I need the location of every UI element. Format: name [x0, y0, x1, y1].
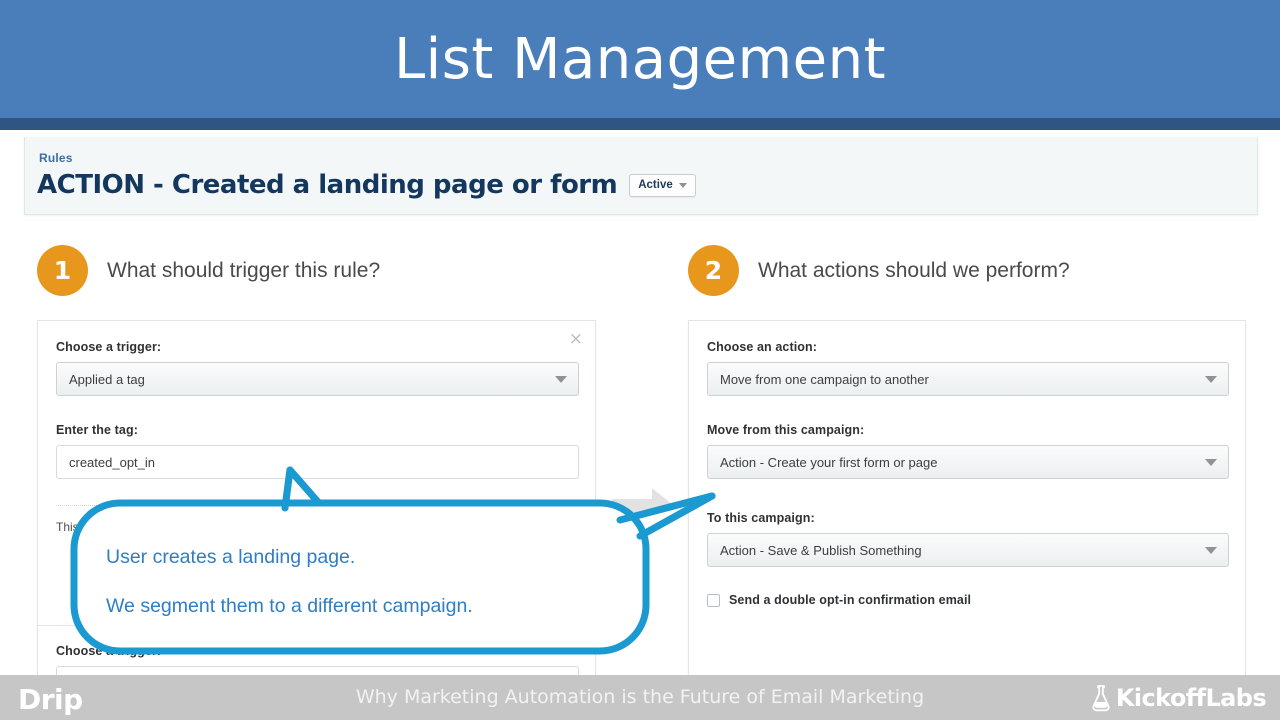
step-1-badge: 1 [37, 245, 88, 296]
chevron-down-icon [555, 376, 567, 383]
trigger-helper-text: This [56, 520, 79, 534]
rules-header-card: Rules ACTION - Created a landing page or… [24, 137, 1258, 215]
kickofflabs-logo: KickoffLabs [1090, 684, 1267, 712]
action-select[interactable]: Move from one campaign to another [707, 362, 1229, 396]
tag-input-value: created_opt_in [69, 454, 156, 470]
move-to-select-value: Action - Save & Publish Something [720, 542, 922, 558]
step-2-question: What actions should we perform? [758, 258, 1070, 282]
chevron-down-icon [1205, 376, 1217, 383]
trigger-panel-2: Choose a trigger: [37, 625, 596, 675]
choose-action-label: Choose an action: [707, 340, 818, 354]
slide-footer: Drip Why Marketing Automation is the Fut… [0, 675, 1280, 720]
slide: List Management Rules ACTION - Created a… [0, 0, 1280, 720]
or-line-bottom [316, 604, 317, 618]
slide-title-banner: List Management [0, 0, 1280, 118]
status-badge-label: Active [638, 179, 673, 191]
flow-arrow-icon [612, 488, 678, 530]
or-line-top [316, 570, 317, 584]
trigger-select-value: Applied a tag [69, 371, 145, 387]
kickofflabs-wordmark: KickoffLabs [1115, 684, 1267, 712]
chevron-down-icon [1205, 547, 1217, 554]
trigger-select[interactable]: Applied a tag [56, 362, 579, 396]
double-optin-label: Send a double opt-in confirmation email [729, 593, 972, 607]
move-to-select[interactable]: Action - Save & Publish Something [707, 533, 1229, 567]
move-from-select[interactable]: Action - Create your first form or page [707, 445, 1229, 479]
panel-divider [56, 505, 579, 506]
choose-trigger-label: Choose a trigger: [56, 340, 162, 354]
enter-tag-label: Enter the tag: [56, 423, 138, 437]
step-1-question: What should trigger this rule? [107, 258, 381, 282]
or-label: OR [307, 588, 326, 600]
step-2-header: 2 What actions should we perform? [688, 245, 1070, 296]
step-1-header: 1 What should trigger this rule? [37, 245, 380, 296]
double-optin-checkbox[interactable] [707, 593, 720, 607]
or-divider: OR [37, 570, 596, 618]
action-select-value: Move from one campaign to another [720, 371, 929, 387]
breadcrumb[interactable]: Rules [39, 151, 73, 165]
step-2-badge: 2 [688, 245, 739, 296]
footer-talk-title: Why Marketing Automation is the Future o… [355, 686, 925, 708]
tag-input[interactable]: created_opt_in [56, 445, 579, 479]
chevron-down-icon [678, 182, 687, 188]
rule-title-row: ACTION - Created a landing page or form … [37, 170, 696, 200]
move-to-label: To this campaign: [707, 511, 815, 525]
chevron-down-icon [1205, 459, 1217, 466]
page-title: List Management [393, 27, 887, 92]
rule-title: ACTION - Created a landing page or form [37, 170, 618, 200]
trigger-select-2[interactable] [56, 666, 579, 675]
choose-trigger-label-2: Choose a trigger: [56, 644, 162, 658]
status-dropdown-button[interactable]: Active [629, 173, 696, 197]
move-from-select-value: Action - Create your first form or page [720, 454, 938, 470]
move-from-label: Move from this campaign: [707, 423, 865, 437]
action-panel: Choose an action: Move from one campaign… [688, 320, 1246, 675]
app-screenshot-area: Rules ACTION - Created a landing page or… [0, 130, 1280, 675]
double-optin-row[interactable]: Send a double opt-in confirmation email [707, 593, 971, 607]
flask-icon [1092, 685, 1110, 712]
